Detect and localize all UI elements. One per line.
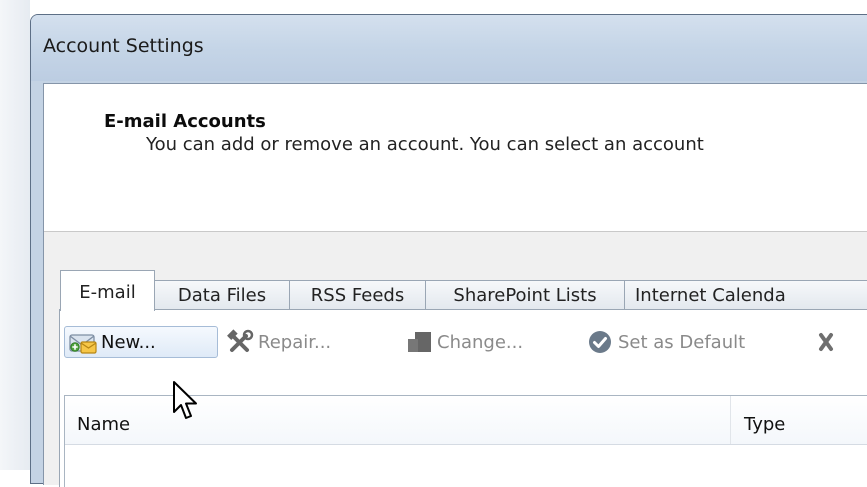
column-header-type[interactable]: Type	[744, 414, 785, 435]
tab-data-files[interactable]: Data Files	[154, 280, 290, 310]
repair-button-label: Repair...	[258, 331, 332, 353]
checkmark-circle-icon	[584, 327, 618, 357]
window-title: Account Settings	[43, 35, 204, 57]
mail-add-icon	[67, 327, 101, 357]
tab-label: Internet Calenda	[635, 285, 786, 306]
tab-sharepoint-lists[interactable]: SharePoint Lists	[425, 280, 625, 310]
set-as-default-label: Set as Default	[618, 331, 746, 353]
header-panel: E-mail Accounts You can add or remove an…	[44, 84, 867, 232]
mouse-cursor-icon	[172, 380, 200, 428]
tab-rss-feeds[interactable]: RSS Feeds	[289, 280, 426, 310]
remove-x-icon	[815, 327, 849, 357]
tab-label: Data Files	[177, 285, 267, 306]
tab-label: SharePoint Lists	[453, 285, 597, 306]
tab-email[interactable]: E-mail	[60, 270, 155, 311]
tab-internet-calendars[interactable]: Internet Calenda	[624, 280, 867, 310]
desktop-background	[0, 0, 30, 470]
tab-label: RSS Feeds	[310, 285, 405, 306]
repair-button[interactable]: Repair...	[224, 326, 331, 358]
card-change-icon	[403, 327, 437, 357]
section-title: E-mail Accounts	[104, 111, 266, 132]
tab-label: E-mail	[79, 282, 136, 303]
account-settings-dialog: Account Settings E-mail Accounts You can…	[30, 14, 867, 487]
tools-icon	[224, 327, 258, 357]
change-button[interactable]: Change...	[403, 326, 523, 358]
dialog-client-area: E-mail Accounts You can add or remove an…	[43, 83, 867, 487]
new-account-button[interactable]: New...	[64, 326, 218, 358]
new-button-label: New...	[101, 331, 156, 353]
set-as-default-button[interactable]: Set as Default	[584, 326, 745, 358]
change-button-label: Change...	[437, 331, 524, 353]
section-description: You can add or remove an account. You ca…	[146, 134, 704, 155]
column-header-name[interactable]: Name	[77, 414, 130, 435]
account-toolbar: New... Repair... Change... Set as Defaul…	[60, 310, 867, 366]
remove-button[interactable]	[815, 326, 849, 358]
column-divider[interactable]	[730, 396, 731, 444]
title-bar[interactable]: Account Settings	[31, 15, 867, 81]
